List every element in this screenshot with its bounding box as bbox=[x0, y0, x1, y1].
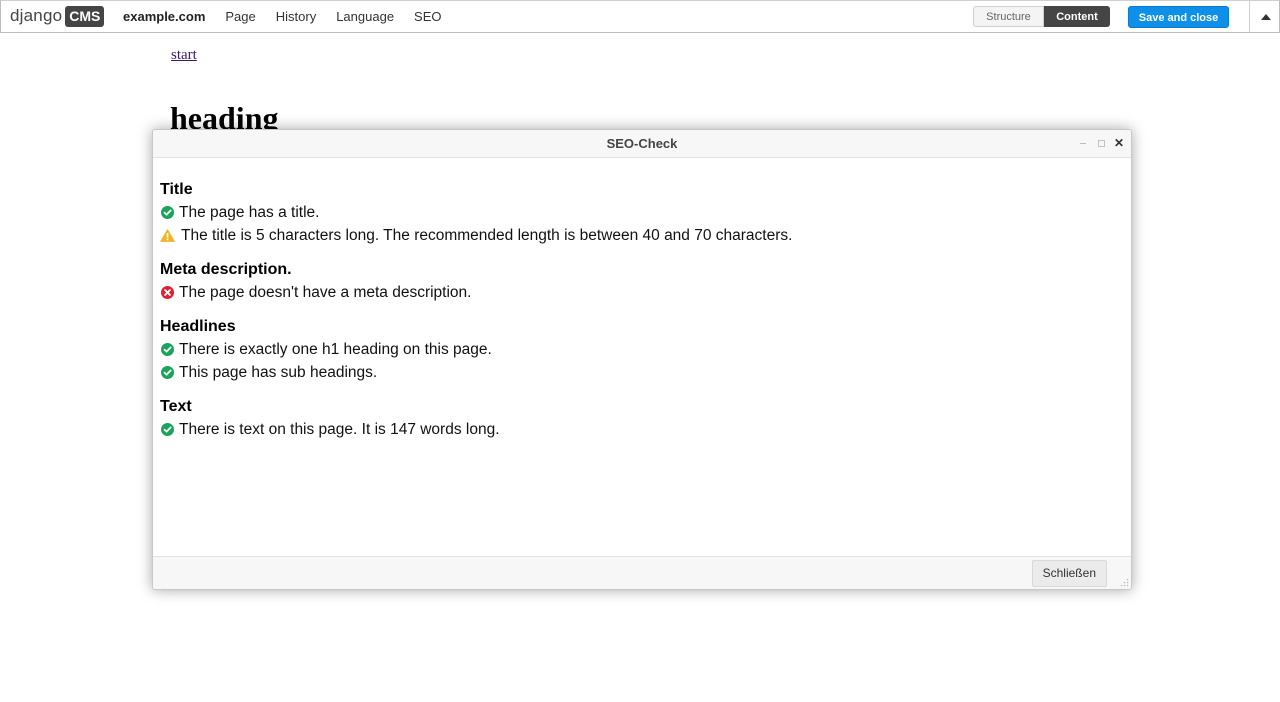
triangle-up-icon bbox=[1260, 13, 1271, 20]
logo-text: django bbox=[10, 6, 63, 25]
check-circle-icon bbox=[161, 366, 174, 379]
section-heading: Meta description. bbox=[160, 261, 292, 278]
check-item: There is exactly one h1 heading on this … bbox=[160, 340, 1121, 359]
save-and-close-button[interactable]: Save and close bbox=[1128, 6, 1229, 28]
seo-section-title: Title The page has a title. The title is… bbox=[160, 180, 1121, 245]
check-circle-icon bbox=[161, 423, 174, 436]
check-item: There is text on this page. It is 147 wo… bbox=[160, 420, 1121, 439]
modal-title: SEO-Check bbox=[606, 136, 678, 151]
menu-item-seo[interactable]: SEO bbox=[404, 1, 451, 32]
structure-mode-button[interactable]: Structure bbox=[973, 6, 1044, 27]
menu-item-history[interactable]: History bbox=[266, 1, 326, 32]
check-circle-icon bbox=[161, 206, 174, 219]
page-link-start[interactable]: start bbox=[171, 47, 197, 64]
check-text: The page has a title. bbox=[179, 204, 320, 221]
error-circle-icon bbox=[161, 286, 174, 299]
check-text: The title is 5 characters long. The reco… bbox=[181, 227, 793, 244]
seo-section-headlines: Headlines There is exactly one h1 headin… bbox=[160, 317, 1121, 382]
check-text: The page doesn't have a meta description… bbox=[179, 284, 472, 301]
menu-item-language[interactable]: Language bbox=[326, 1, 404, 32]
check-circle-icon bbox=[161, 343, 174, 356]
minimize-icon[interactable] bbox=[1077, 137, 1089, 149]
check-item: The page doesn't have a meta description… bbox=[160, 283, 1121, 302]
django-cms-logo[interactable]: django CMS bbox=[10, 5, 105, 27]
close-icon[interactable]: ✕ bbox=[1113, 137, 1125, 149]
check-text: This page has sub headings. bbox=[179, 364, 378, 381]
mode-switch: Structure Content bbox=[973, 6, 1110, 27]
maximize-icon[interactable] bbox=[1095, 137, 1107, 149]
menu-item-page[interactable]: Page bbox=[215, 1, 265, 32]
modal-header[interactable]: SEO-Check ✕ bbox=[153, 130, 1131, 158]
toolbar-menu: example.com Page History Language SEO bbox=[115, 1, 452, 32]
seo-section-meta-description: Meta description. The page doesn't have … bbox=[160, 260, 1121, 302]
modal-footer: Schließen bbox=[153, 556, 1131, 589]
close-button[interactable]: Schließen bbox=[1031, 560, 1107, 587]
section-heading: Text bbox=[160, 398, 192, 415]
check-item: This page has sub headings. bbox=[160, 363, 1121, 382]
cms-toolbar: django CMS example.com Page History Lang… bbox=[0, 0, 1280, 33]
check-item: The page has a title. bbox=[160, 203, 1121, 222]
seo-check-modal: SEO-Check ✕ Title The page has a title. … bbox=[152, 129, 1132, 590]
seo-section-text: Text There is text on this page. It is 1… bbox=[160, 397, 1121, 439]
toolbar-toggle-button[interactable] bbox=[1249, 1, 1280, 32]
logo-badge: CMS bbox=[65, 5, 105, 27]
resize-grip-icon[interactable] bbox=[1119, 577, 1129, 587]
check-text: There is text on this page. It is 147 wo… bbox=[179, 421, 500, 438]
check-text: There is exactly one h1 heading on this … bbox=[179, 341, 492, 358]
modal-body: Title The page has a title. The title is… bbox=[160, 180, 1121, 454]
section-heading: Headlines bbox=[160, 318, 236, 335]
content-mode-button[interactable]: Content bbox=[1044, 6, 1110, 27]
menu-item-site[interactable]: example.com bbox=[115, 1, 215, 32]
warning-triangle-icon bbox=[160, 229, 175, 242]
section-heading: Title bbox=[160, 181, 193, 198]
check-item: The title is 5 characters long. The reco… bbox=[160, 226, 1121, 245]
